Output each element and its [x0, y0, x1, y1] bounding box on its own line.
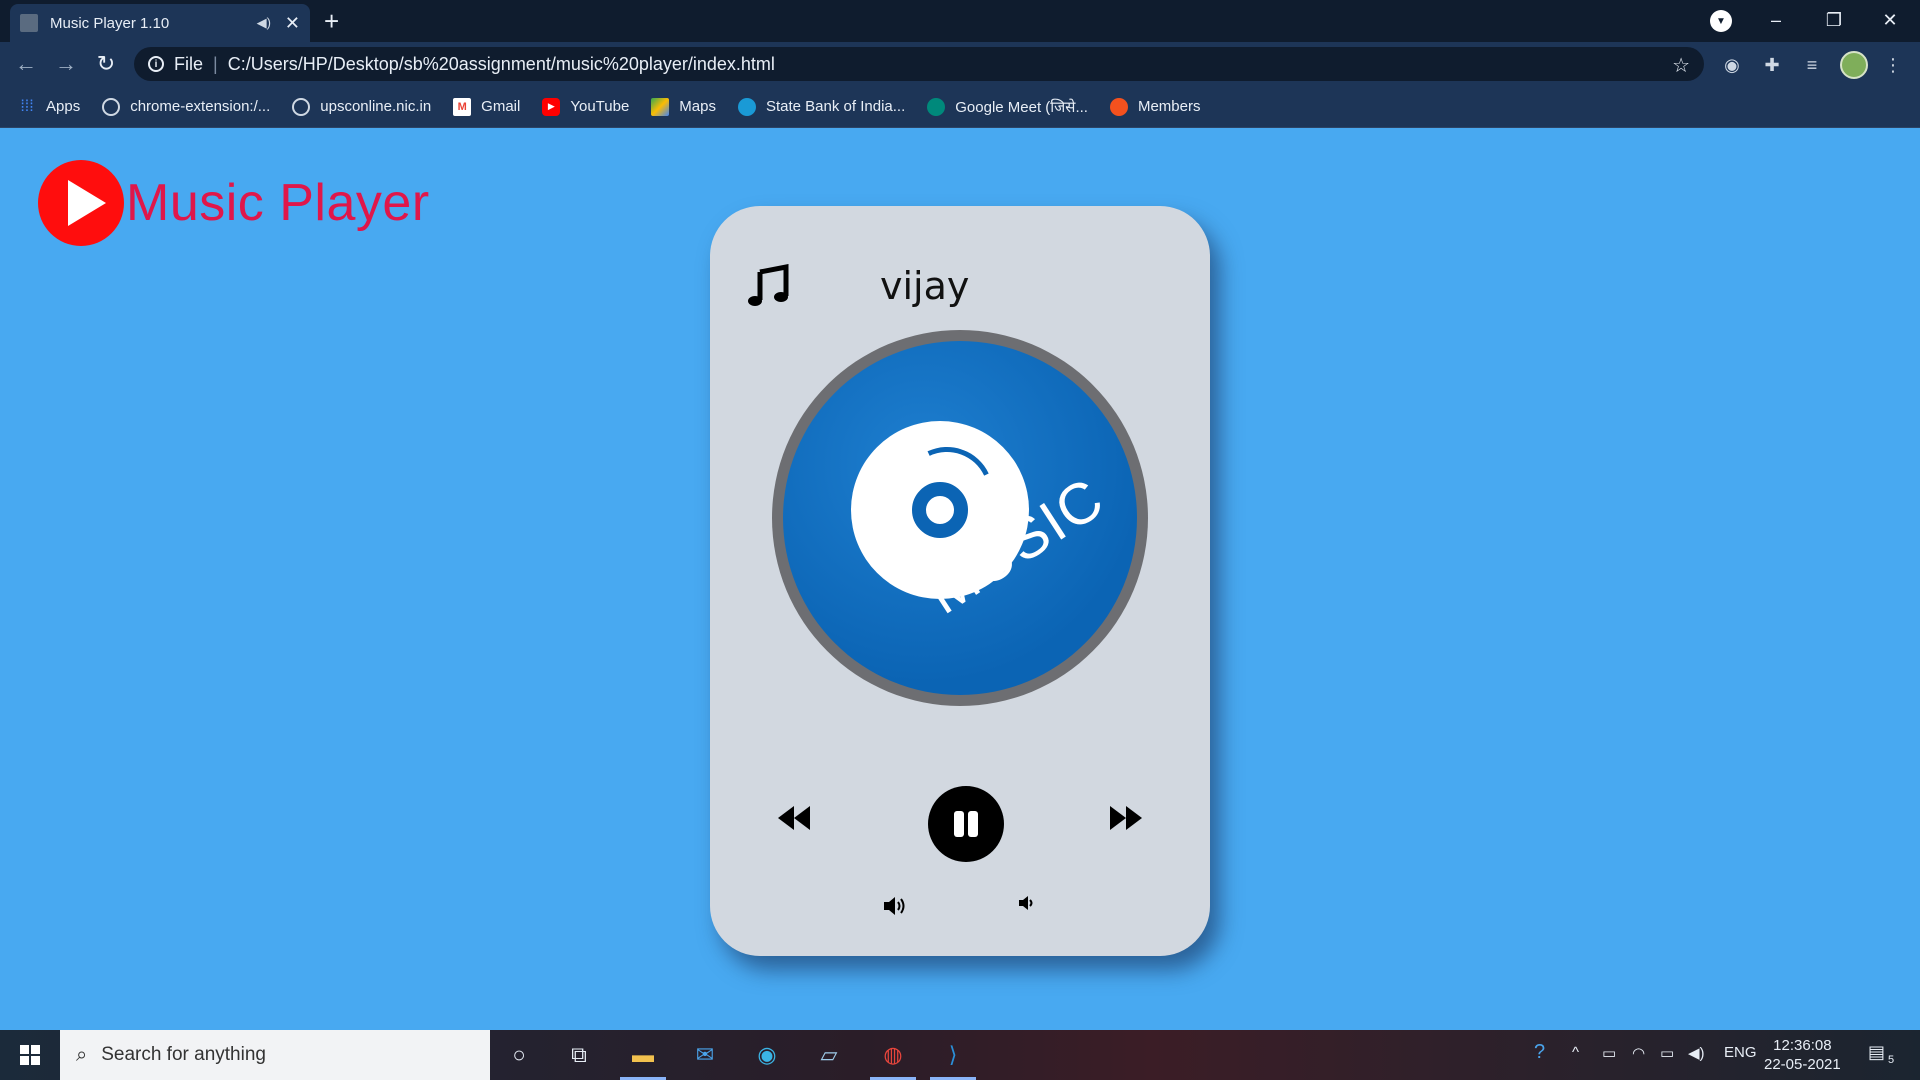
bookmark-label: Gmail — [481, 98, 521, 115]
restore-icon[interactable]: ❐ — [1806, 0, 1862, 40]
clock-date: 22-05-2021 — [1764, 1056, 1841, 1073]
bookmark-youtube[interactable]: ▶ YouTube — [542, 97, 630, 116]
bookmark-label: upsconline.nic.in — [320, 98, 432, 115]
chrome-icon[interactable]: ◍ — [870, 1038, 916, 1080]
info-icon[interactable]: i — [148, 56, 164, 72]
volume-down-icon — [1019, 896, 1033, 910]
wifi-icon[interactable]: ◠ — [1632, 1044, 1645, 1062]
language-indicator[interactable]: ENG — [1724, 1044, 1757, 1061]
bookmark-sbi[interactable]: State Bank of India... — [737, 97, 906, 116]
vscode-icon[interactable]: ⟩ — [930, 1038, 976, 1080]
bookmark-gmail[interactable]: M Gmail — [453, 97, 521, 116]
media-control-icon[interactable]: ≡ — [1799, 52, 1825, 78]
speaker-tray-icon[interactable]: ◀) — [1688, 1044, 1705, 1062]
bookmark-chrome-extension[interactable]: chrome-extension:/... — [102, 97, 271, 116]
bookmark-label: Google Meet (जिसे... — [955, 98, 1088, 116]
notepad-icon[interactable]: ▱ — [812, 1038, 846, 1072]
taskbar-search[interactable]: ⌕ Search for anything — [60, 1030, 490, 1080]
members-icon — [1109, 97, 1128, 116]
browser-toolbar: ← → ↻ i File | C:/Users/HP/Desktop/sb%20… — [0, 42, 1920, 86]
search-placeholder: Search for anything — [101, 1044, 266, 1065]
music-note-icon — [748, 264, 789, 306]
reload-icon[interactable]: ↻ — [94, 52, 118, 76]
cortana-icon[interactable]: ○ — [502, 1038, 536, 1072]
chevron-up-icon[interactable]: ^ — [1572, 1044, 1579, 1061]
meet-icon — [927, 97, 946, 116]
chevron-down-icon[interactable]: ▼ — [1710, 10, 1732, 32]
bookmark-label: Apps — [46, 98, 81, 115]
bookmark-apps[interactable]: ⁞⁞⁞ Apps — [18, 98, 80, 116]
bookmark-label: State Bank of India... — [765, 98, 906, 115]
pause-button[interactable] — [928, 786, 1004, 862]
fast-forward-icon — [1110, 806, 1142, 830]
puzzle-icon[interactable]: ✚ — [1759, 52, 1785, 78]
device-icon[interactable]: ▭ — [1602, 1044, 1616, 1062]
apps-grid-icon: ⁞⁞⁞ — [20, 97, 34, 115]
search-icon: ⌕ — [76, 1043, 88, 1066]
edge-icon[interactable]: ◉ — [750, 1038, 784, 1072]
volume-up-icon — [884, 897, 905, 915]
address-bar[interactable]: i File | C:/Users/HP/Desktop/sb%20assign… — [134, 47, 1704, 81]
bookmark-label: Maps — [679, 98, 716, 115]
task-view-icon[interactable]: ⧉ — [562, 1038, 596, 1072]
disc-face: MUSIC — [783, 341, 1137, 695]
back-icon[interactable]: ← — [14, 52, 38, 76]
bookmark-google-meet[interactable]: Google Meet (जिसे... — [927, 97, 1088, 117]
bookmark-star-icon[interactable]: ☆ — [1672, 53, 1690, 78]
address-url[interactable]: C:/Users/HP/Desktop/sb%20assignment/musi… — [228, 54, 775, 75]
fast-forward-button[interactable] — [1104, 796, 1148, 840]
address-separator: | — [213, 53, 218, 74]
bookmarks-bar: ⁞⁞⁞ Apps chrome-extension:/... upsconlin… — [0, 86, 1920, 128]
start-button[interactable] — [0, 1030, 60, 1080]
bookmark-label: chrome-extension:/... — [130, 98, 271, 115]
volume-up-button[interactable] — [882, 892, 910, 920]
tab-title: Music Player 1.10 — [50, 14, 170, 32]
notifications-icon[interactable]: ▤ — [1868, 1042, 1885, 1063]
help-icon[interactable]: ? — [1534, 1041, 1545, 1064]
album-art: MUSIC — [772, 330, 1148, 706]
extension-icon[interactable]: ◉ — [1719, 52, 1745, 78]
clock-time: 12:36:08 — [1773, 1037, 1832, 1054]
address-scheme: File — [174, 53, 204, 74]
sbi-icon — [737, 97, 756, 116]
battery-icon[interactable]: ▭ — [1660, 1044, 1674, 1062]
file-explorer-icon[interactable]: ▬ — [620, 1038, 666, 1080]
player-card: vijay MUSIC — [710, 206, 1210, 956]
rewind-button[interactable] — [772, 796, 816, 840]
speaker-icon[interactable]: ◀) — [257, 15, 271, 31]
bookmark-upsconline[interactable]: upsconline.nic.in — [292, 97, 432, 116]
avatar[interactable] — [1840, 51, 1868, 79]
new-tab-button[interactable]: + — [324, 6, 339, 36]
browser-tab[interactable]: Music Player 1.10 ◀) ✕ — [10, 4, 310, 42]
forward-icon[interactable]: → — [54, 52, 78, 76]
minimize-icon[interactable]: – — [1748, 0, 1804, 40]
mail-icon[interactable]: ✉ — [688, 1038, 722, 1072]
rewind-icon — [778, 806, 810, 830]
maps-icon — [651, 97, 670, 116]
windows-icon — [20, 1045, 40, 1065]
taskbar: ⌕ Search for anything ○ ⧉ ▬ ✉ ◉ ▱ ◍ ⟩ ? … — [0, 1030, 1920, 1080]
globe-icon — [292, 97, 311, 116]
globe-icon — [102, 97, 121, 116]
bookmark-label: Members — [1137, 98, 1201, 115]
site-title: Music Player — [126, 174, 430, 232]
close-icon[interactable]: ✕ — [1862, 0, 1918, 40]
site-logo: Music Player — [38, 160, 430, 246]
volume-down-button[interactable] — [1016, 892, 1038, 914]
tab-favicon-icon — [20, 14, 38, 32]
song-title: vijay — [880, 264, 970, 308]
cd-hole — [912, 482, 968, 538]
bookmark-label: YouTube — [570, 98, 630, 115]
browser-tab-strip: Music Player 1.10 ◀) ✕ + ▼ – ❐ ✕ — [0, 0, 1920, 42]
notification-count: 5 — [1888, 1054, 1895, 1066]
gmail-icon: M — [453, 97, 472, 116]
bookmark-members[interactable]: Members — [1109, 97, 1201, 116]
play-logo-icon — [38, 160, 124, 246]
kebab-menu-icon[interactable]: ⋮ — [1880, 52, 1906, 78]
bookmark-maps[interactable]: Maps — [651, 97, 716, 116]
system-clock[interactable]: 12:36:08 22-05-2021 — [1764, 1036, 1841, 1074]
pause-icon — [954, 811, 978, 837]
youtube-icon: ▶ — [542, 97, 561, 116]
tab-close-icon[interactable]: ✕ — [285, 13, 300, 34]
